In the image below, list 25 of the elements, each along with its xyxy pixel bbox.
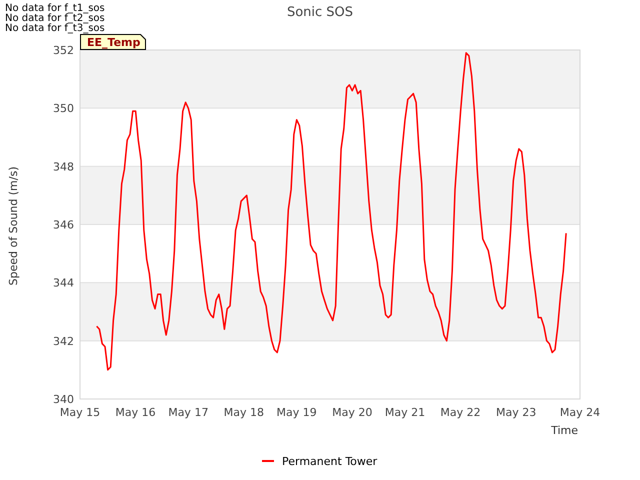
x-tick-label: May 16 bbox=[115, 406, 156, 419]
chart-title: Sonic SOS bbox=[286, 5, 354, 20]
y-tick-label: 340 bbox=[53, 393, 74, 406]
no-data-message: No data for f_t1_sos bbox=[5, 3, 105, 14]
x-axis-label: Time bbox=[551, 424, 578, 437]
y-tick-label: 344 bbox=[53, 276, 74, 290]
no-data-message: No data for f_t3_sos bbox=[5, 23, 105, 34]
tag-label: EE_Temp bbox=[80, 34, 146, 50]
x-tick-label: May 20 bbox=[332, 406, 372, 419]
y-axis-label: Speed of Sound (m/s) bbox=[7, 166, 20, 286]
y-tick-label: 348 bbox=[53, 160, 74, 174]
x-tick-label: May 17 bbox=[168, 406, 208, 419]
x-tick-label: May 15 bbox=[60, 406, 100, 419]
x-tick-label: May 22 bbox=[440, 406, 481, 419]
y-tick-label: 346 bbox=[53, 218, 74, 232]
x-tick-label: May 18 bbox=[224, 406, 264, 419]
y-tick-label: 352 bbox=[53, 44, 74, 57]
y-tick-label: 342 bbox=[53, 334, 74, 348]
no-data-message: No data for f_t2_sos bbox=[5, 13, 105, 24]
x-tick-label: May 21 bbox=[384, 406, 426, 419]
legend-label: Permanent Tower bbox=[282, 455, 378, 468]
y-tick-label: 350 bbox=[53, 102, 74, 116]
x-tick-label: May 24 bbox=[560, 406, 600, 419]
x-tick-label: May 23 bbox=[496, 406, 536, 419]
x-tick-label: May 19 bbox=[276, 406, 317, 419]
